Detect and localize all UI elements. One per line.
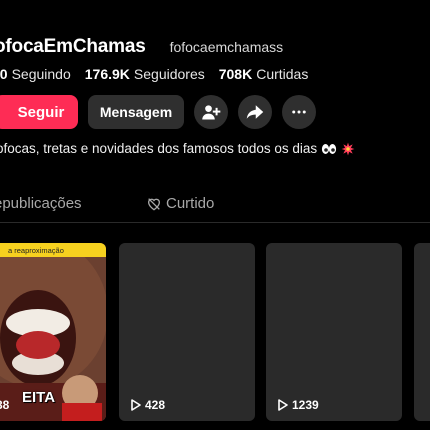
- stat-following[interactable]: 50Seguindo: [0, 66, 71, 82]
- stat-followers-value: 176.9K: [84, 66, 130, 82]
- message-button[interactable]: Mensagem: [88, 95, 184, 129]
- video-card[interactable]: 428: [119, 243, 255, 421]
- stat-likes-value: 708K: [218, 66, 253, 82]
- stat-likes: 708K Curtidas: [219, 66, 309, 82]
- tab-reposts-label: epublicações: [0, 195, 82, 212]
- stat-followers-label: Seguidores: [133, 66, 205, 82]
- more-options-button[interactable]: [282, 95, 316, 129]
- profile-title-row: ofocaEmChamas fofocaemchamass: [0, 36, 283, 58]
- share-button[interactable]: [238, 95, 272, 129]
- more-dots-icon: [292, 110, 306, 114]
- eyes-emoji-icon: [321, 143, 337, 155]
- profile-stats: 50Seguindo 176.9KSeguidores 708KCurtidas: [0, 66, 322, 82]
- video-banner: a reaproximação: [0, 243, 106, 257]
- video-views: 38: [0, 398, 9, 412]
- play-icon: [278, 399, 288, 411]
- video-views-count: 38: [0, 398, 10, 412]
- play-icon: [131, 399, 141, 411]
- stat-following-label: Seguindo: [11, 66, 71, 82]
- profile-bio: ofocas, tretas e novidades dos famosos t…: [0, 141, 355, 156]
- display-name: ofocaEmChamas: [0, 36, 146, 57]
- video-overlay-text: EITA: [22, 389, 56, 406]
- add-friend-button[interactable]: [194, 95, 228, 129]
- tab-liked[interactable]: Curtido: [146, 195, 214, 212]
- video-card[interactable]: 1239: [266, 243, 402, 421]
- video-grid: a reaproximação EITA 38 428 1239: [0, 243, 430, 430]
- video-views: 428: [131, 398, 165, 412]
- username: fofocaemchamass: [169, 39, 284, 55]
- explosion-emoji-icon: [341, 142, 355, 156]
- video-views-count: 1239: [292, 398, 319, 412]
- video-card[interactable]: a reaproximação EITA 38: [0, 243, 106, 421]
- tab-liked-label: Curtido: [166, 195, 215, 212]
- profile-actions: Seguir Mensagem: [0, 95, 316, 129]
- share-arrow-icon: [246, 105, 264, 119]
- profile-page: ofocaEmChamas fofocaemchamass 50Seguindo…: [0, 0, 430, 430]
- video-views: 1239: [278, 398, 319, 412]
- video-views-count: 428: [145, 398, 166, 412]
- stat-likes-label: Curtidas: [256, 66, 309, 82]
- video-card[interactable]: [414, 243, 430, 421]
- stat-following-value: 50: [0, 66, 8, 82]
- follow-button[interactable]: Seguir: [0, 95, 78, 129]
- tab-reposts[interactable]: epublicações: [0, 195, 82, 212]
- person-plus-icon: [202, 105, 221, 120]
- heart-outline-icon: [147, 197, 161, 210]
- profile-tabs: epublicações Curtido: [0, 185, 430, 223]
- stat-followers[interactable]: 176.9K Seguidores: [85, 66, 205, 82]
- bio-text: ofocas, tretas e novidades dos famosos t…: [0, 141, 318, 156]
